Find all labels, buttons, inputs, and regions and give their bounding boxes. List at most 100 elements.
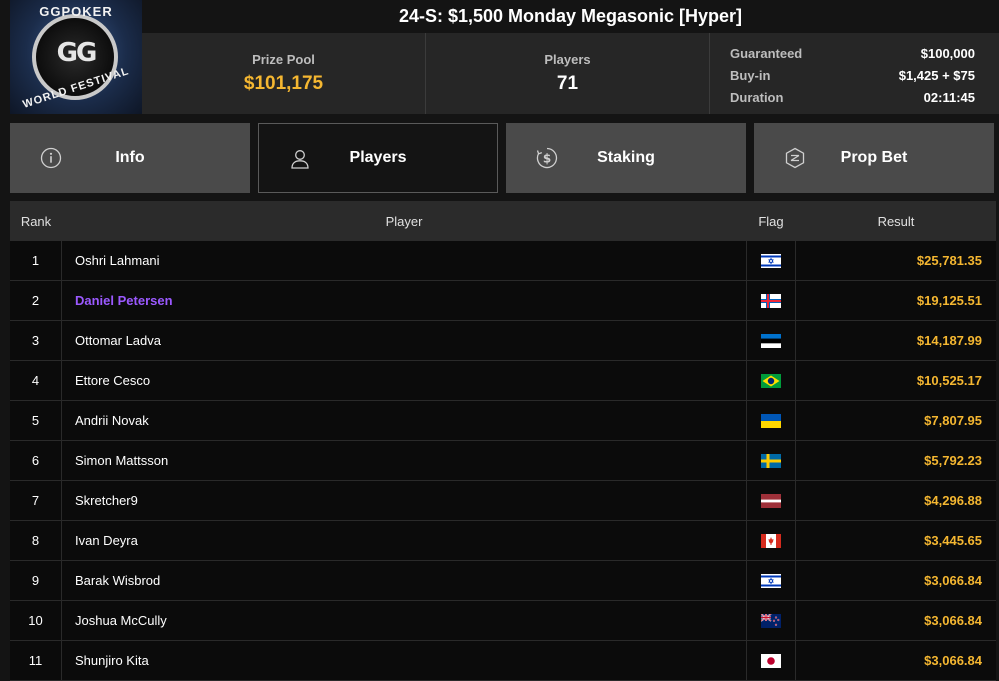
logo-mark: GG [56,38,98,68]
player-name: Joshua McCully [75,613,167,628]
rank-cell: 5 [10,401,62,440]
prize-pool-label: Prize Pool [252,52,315,67]
player-name: Skretcher9 [75,493,138,508]
tab-bar: Info Players $ Staking Prop Bet [10,123,996,193]
rank-cell: 11 [10,641,62,680]
detail-row-guaranteed: Guaranteed $100,000 [730,43,975,65]
rank-cell: 4 [10,361,62,400]
table-row[interactable]: 3 Ottomar Ladva $14,187.99 [10,321,996,361]
player-name: Oshri Lahmani [75,253,160,268]
table-row[interactable]: 5 Andrii Novak $7,807.95 [10,401,996,441]
israel-flag-icon [761,573,781,588]
flag-cell [746,321,796,360]
rank-cell: 9 [10,561,62,600]
rank-cell: 8 [10,521,62,560]
table-header: Rank Player Flag Result [10,201,996,241]
canada-flag-icon [761,533,781,548]
result-header[interactable]: Result [796,201,996,241]
tab-label: Players [349,149,407,166]
tournament-title: 24-S: $1,500 Monday Megasonic [Hyper] [398,6,743,26]
latvia-flag-icon [761,493,781,508]
result-cell: $3,066.84 [924,653,982,668]
flag-header[interactable]: Flag [746,201,796,241]
tournament-details: Guaranteed $100,000 Buy-in $1,425 + $75 … [710,33,999,114]
tab-info[interactable]: Info [10,123,250,193]
user-icon [291,150,309,169]
player-header[interactable]: Player [62,201,746,241]
flag-cell [746,641,796,680]
flag-cell [746,481,796,520]
result-cell: $25,781.35 [916,253,982,268]
israel-flag-icon [761,253,781,268]
info-icon [40,147,62,169]
result-cell: $3,066.84 [924,613,982,628]
detail-label: Guaranteed [730,46,803,61]
table-body: 1 Oshri Lahmani $25,781.35 2 Daniel Petersen… [10,241,996,681]
player-name: Ottomar Ladva [75,333,161,348]
detail-value: $1,425 + $75 [898,68,975,83]
detail-row-duration: Duration 02:11:45 [730,87,975,109]
flag-cell [746,601,796,640]
player-name: Simon Mattsson [75,453,169,468]
tab-label: Info [115,149,145,166]
player-name: Ettore Cesco [75,373,151,388]
result-cell: $19,125.51 [916,293,982,308]
result-cell: $3,445.65 [924,533,982,548]
detail-value: $100,000 [920,46,975,61]
players-value: 71 [556,73,579,94]
flag-cell [746,401,796,440]
table-row[interactable]: 4 Ettore Cesco $10,525.17 [10,361,996,401]
table-row[interactable]: 7 Skretcher9 $4,296.88 [10,481,996,521]
rank-header[interactable]: Rank [10,201,62,241]
japan-flag-icon [761,653,781,668]
player-name: Barak Wisbrod [75,573,161,588]
flag-cell [746,561,796,600]
rank-cell: 1 [10,241,62,280]
detail-value: 02:11:45 [923,90,975,105]
players-stat: Players 71 [426,33,710,114]
tab-label: Staking [597,149,655,166]
player-name: Ivan Deyra [75,533,138,548]
faroe-islands-flag-icon [761,293,781,308]
sweden-flag-icon [761,453,781,468]
tab-players[interactable]: Players [258,123,498,193]
svg-text:$: $ [543,152,551,166]
player-name: Andrii Novak [75,413,149,428]
table-row[interactable]: 8 Ivan Deyra $3,445.65 [10,521,996,561]
player-name[interactable]: Daniel Petersen [62,281,746,320]
result-cell: $7,807.95 [924,413,982,428]
table-row[interactable]: 2 Daniel Petersen $19,125.51 [10,281,996,321]
estonia-flag-icon [761,333,781,348]
table-row[interactable]: 1 Oshri Lahmani $25,781.35 [10,241,996,281]
results-table: Rank Player Flag Result 1 Oshri Lahmani $2… [10,201,996,681]
table-row[interactable]: 11 Shunjiro Kita $3,066.84 [10,641,996,681]
logo-top-text: GGPOKER [39,4,113,19]
prize-pool-value: $101,175 [243,73,324,94]
new-zealand-flag-icon [761,613,781,628]
rank-cell: 3 [10,321,62,360]
flag-cell [746,361,796,400]
table-row[interactable]: 9 Barak Wisbrod $3,066.84 [10,561,996,601]
detail-label: Buy-in [730,68,771,83]
player-name: Shunjiro Kita [75,653,149,668]
dollar-icon: $ [536,147,558,169]
tab-staking[interactable]: $ Staking [506,123,746,193]
rank-cell: 6 [10,441,62,480]
flag-cell [746,441,796,480]
result-cell: $5,792.23 [924,453,982,468]
result-cell: $4,296.88 [924,493,982,508]
flag-cell [746,281,796,320]
prop-bet-icon [785,147,805,169]
tab-label: Prop Bet [840,149,908,166]
tab-prop-bet[interactable]: Prop Bet [754,123,994,193]
tournament-stats: Prize Pool $101,175 Players 71 Guarantee… [142,33,999,114]
ggpoker-world-festival-logo: GGPOKER GG WORLD FESTIVAL [10,0,142,114]
rank-cell: 10 [10,601,62,640]
prize-pool-stat: Prize Pool $101,175 [142,33,426,114]
table-row[interactable]: 10 Joshua McCully $3,066.84 [10,601,996,641]
brazil-flag-icon [761,373,781,388]
flag-cell [746,521,796,560]
table-row[interactable]: 6 Simon Mattsson $5,792.23 [10,441,996,481]
detail-label: Duration [730,90,784,105]
players-label: Players [544,52,591,67]
